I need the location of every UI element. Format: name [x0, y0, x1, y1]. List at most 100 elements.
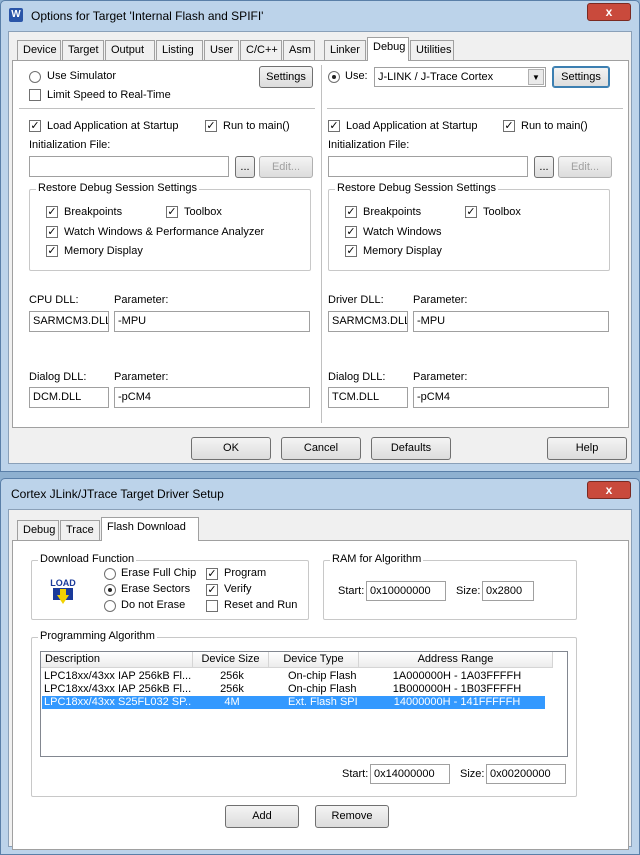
chevron-down-icon[interactable]: ▼ [528, 69, 544, 85]
tab-linker[interactable]: Linker [324, 40, 366, 60]
column-header-device-size[interactable]: Device Size [193, 652, 269, 668]
table-row-selected[interactable]: LPC18xx/43xx S25FL032 SP... 4M Ext. Flas… [42, 696, 545, 709]
right-dialog-param-input[interactable]: -pCM4 [413, 387, 609, 408]
help-button[interactable]: Help [547, 437, 627, 460]
right-watch-checkbox[interactable]: ✓ [345, 226, 357, 238]
remove-button[interactable]: Remove [315, 805, 389, 828]
close-button[interactable]: x [587, 3, 631, 21]
verify-checkbox[interactable]: ✓ [206, 584, 218, 596]
left-separator [19, 108, 315, 109]
row-device-size: 256k [220, 670, 244, 682]
left-run-to-main-checkbox[interactable]: ✓ [205, 120, 217, 132]
column-header-address-range[interactable]: Address Range [359, 652, 553, 668]
ok-button[interactable]: OK [191, 437, 271, 460]
left-browse-button[interactable]: ... [235, 156, 255, 178]
right-edit-button[interactable]: Edit... [558, 156, 612, 178]
ram-start-input[interactable]: 0x10000000 [366, 581, 446, 601]
column-header-description[interactable]: Description [41, 652, 193, 668]
program-checkbox[interactable]: ✓ [206, 568, 218, 580]
left-restore-group-label: Restore Debug Session Settings [36, 182, 199, 194]
right-browse-button[interactable]: ... [534, 156, 554, 178]
reset-run-label: Reset and Run [224, 599, 298, 611]
table-row[interactable]: LPC18xx/43xx IAP 256kB Fl... 256k On-chi… [42, 670, 545, 683]
download-function-label: Download Function [38, 553, 137, 565]
row-address-range: 1B000000H - 1B03FFFFH [392, 683, 522, 695]
right-init-file-input[interactable] [328, 156, 528, 177]
algorithm-start-input[interactable]: 0x14000000 [370, 764, 450, 784]
right-dialog-dll-input[interactable]: TCM.DLL [328, 387, 408, 408]
left-memory-checkbox[interactable]: ✓ [46, 245, 58, 257]
left-breakpoints-checkbox[interactable]: ✓ [46, 206, 58, 218]
tab-flash-download[interactable]: Flash Download [101, 517, 199, 541]
tab-output[interactable]: Output [105, 40, 155, 60]
tab-target[interactable]: Target [62, 40, 104, 60]
left-toolbox-checkbox[interactable]: ✓ [166, 206, 178, 218]
row-device-size: 256k [220, 683, 244, 695]
right-breakpoints-checkbox[interactable]: ✓ [345, 206, 357, 218]
algorithm-size-input[interactable]: 0x00200000 [486, 764, 566, 784]
defaults-button[interactable]: Defaults [371, 437, 451, 460]
window-title: Options for Target 'Internal Flash and S… [31, 9, 264, 23]
row-device-size: 4M [224, 696, 240, 708]
title-bar[interactable]: W Options for Target 'Internal Flash and… [1, 1, 639, 29]
debug-panel: Use Simulator Limit Speed to Real-Time S… [12, 60, 629, 428]
left-load-app-label: Load Application at Startup [47, 120, 179, 132]
driver-select[interactable]: J-LINK / J-Trace Cortex ▼ [374, 67, 546, 87]
tab-listing[interactable]: Listing [156, 40, 203, 60]
driver-dll-label: Driver DLL: [328, 294, 384, 306]
tab-debug-2[interactable]: Debug [17, 520, 59, 540]
tab-cpp[interactable]: C/C++ [240, 40, 282, 60]
cpu-dll-input[interactable]: SARMCM3.DLL [29, 311, 109, 332]
tab-user[interactable]: User [204, 40, 239, 60]
cancel-button[interactable]: Cancel [281, 437, 361, 460]
left-restore-group: Restore Debug Session Settings ✓ Breakpo… [29, 182, 311, 271]
title-bar-2[interactable]: Cortex JLink/JTrace Target Driver Setup … [1, 479, 639, 507]
programming-algorithm-label: Programming Algorithm [38, 630, 157, 642]
use-simulator-radio[interactable] [29, 71, 41, 83]
erase-full-chip-radio[interactable] [104, 568, 116, 580]
algorithm-list[interactable]: Description Device Size Device Type Addr… [40, 651, 568, 757]
left-dialog-param-input[interactable]: -pCM4 [114, 387, 310, 408]
tab-utilities[interactable]: Utilities [410, 40, 454, 60]
svg-text:LOAD: LOAD [50, 578, 76, 588]
algorithm-size-label: Size: [460, 768, 485, 780]
add-button[interactable]: Add [225, 805, 299, 828]
do-not-erase-radio[interactable] [104, 600, 116, 612]
tab-trace[interactable]: Trace [60, 520, 100, 540]
table-row[interactable]: LPC18xx/43xx IAP 256kB Fl... 256k On-chi… [42, 683, 545, 696]
driver-dll-input[interactable]: SARMCM3.DLL [328, 311, 408, 332]
limit-speed-checkbox[interactable] [29, 89, 41, 101]
window-title-2: Cortex JLink/JTrace Target Driver Setup [11, 487, 224, 501]
cpu-dll-label: CPU DLL: [29, 294, 79, 306]
driver-settings-button[interactable]: Settings [552, 66, 610, 88]
right-separator [327, 108, 623, 109]
right-toolbox-checkbox[interactable]: ✓ [465, 206, 477, 218]
close-button-2[interactable]: x [587, 481, 631, 499]
right-toolbox-label: Toolbox [483, 206, 521, 218]
reset-run-checkbox[interactable] [206, 600, 218, 612]
tab-debug[interactable]: Debug [367, 37, 409, 61]
left-init-file-label: Initialization File: [29, 139, 111, 151]
ram-size-input[interactable]: 0x2800 [482, 581, 534, 601]
left-load-app-checkbox[interactable]: ✓ [29, 120, 41, 132]
limit-speed-label: Limit Speed to Real-Time [47, 89, 171, 101]
left-init-file-input[interactable] [29, 156, 229, 177]
right-memory-checkbox[interactable]: ✓ [345, 245, 357, 257]
right-run-to-main-checkbox[interactable]: ✓ [503, 120, 515, 132]
right-dialog-dll-label: Dialog DLL: [328, 371, 386, 383]
right-load-app-checkbox[interactable]: ✓ [328, 120, 340, 132]
use-driver-radio[interactable] [328, 71, 340, 83]
driver-dll-param-input[interactable]: -MPU [413, 311, 609, 332]
right-load-app-label: Load Application at Startup [346, 120, 478, 132]
row-device-type: On-chip Flash [288, 683, 357, 695]
cpu-dll-param-input[interactable]: -MPU [114, 311, 310, 332]
simulator-settings-button[interactable]: Settings [259, 66, 313, 88]
left-dialog-dll-input[interactable]: DCM.DLL [29, 387, 109, 408]
column-header-device-type[interactable]: Device Type [269, 652, 359, 668]
left-watch-checkbox[interactable]: ✓ [46, 226, 58, 238]
erase-sectors-radio[interactable] [104, 584, 116, 596]
tab-asm[interactable]: Asm [283, 40, 315, 60]
left-edit-button[interactable]: Edit... [259, 156, 313, 178]
cpu-dll-param-label: Parameter: [114, 294, 169, 306]
tab-device[interactable]: Device [17, 40, 61, 60]
